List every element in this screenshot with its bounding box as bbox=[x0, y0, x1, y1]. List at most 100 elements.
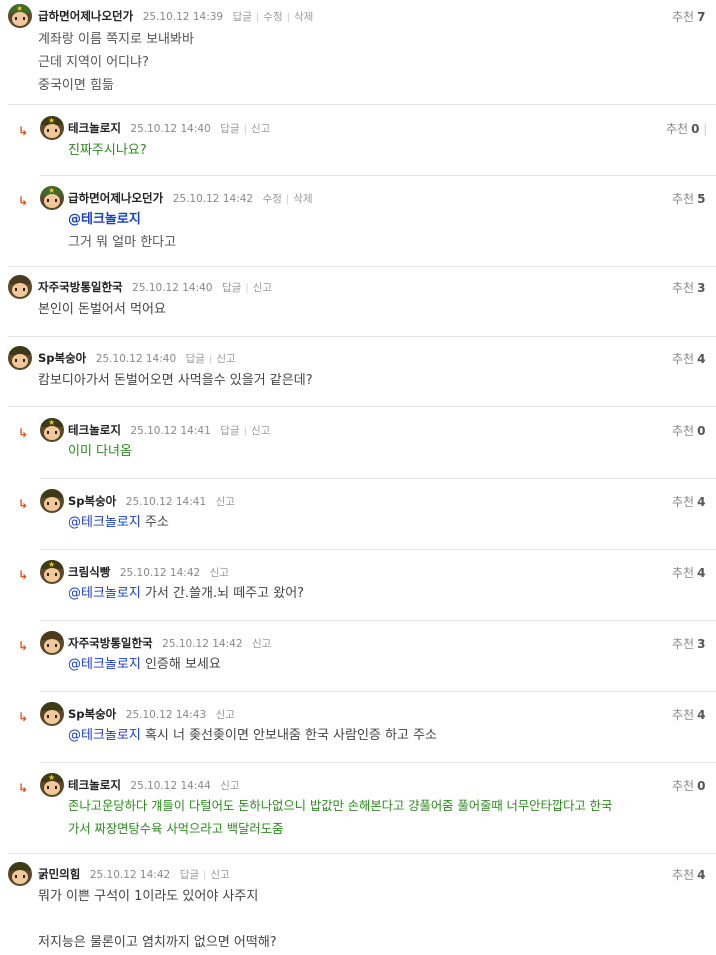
nickname[interactable]: 자주국방통일한국 bbox=[68, 636, 153, 650]
avatar[interactable] bbox=[40, 631, 64, 655]
comment-date: 25.10.12 14:40 bbox=[95, 353, 177, 365]
comment-body: @테크놀로지 그거 뭐 얼마 한다고 bbox=[68, 208, 176, 254]
divider bbox=[8, 853, 716, 854]
comment-date: 25.10.12 14:41 bbox=[130, 425, 211, 437]
recommend-count[interactable]: 추천 4 bbox=[672, 350, 705, 367]
edit-button[interactable]: 수정 bbox=[263, 11, 282, 23]
reply-arrow-icon: ↳ bbox=[18, 568, 29, 582]
report-button[interactable]: 신고 bbox=[210, 567, 229, 579]
comment-body: 이미 다녀옴 bbox=[68, 444, 132, 459]
delete-button[interactable]: 삭제 bbox=[294, 11, 313, 23]
reply-button[interactable]: 답글 bbox=[220, 425, 239, 437]
comment-body: @테크놀로지 혹시 너 좆선좆이면 안보내줌 한국 사람인증 하고 주소 bbox=[68, 728, 437, 743]
reply-button[interactable]: 답글 bbox=[233, 11, 252, 23]
divider bbox=[40, 691, 716, 692]
comment-body: @테크놀로지 가서 간.쓸개.뇌 떼주고 왔어? bbox=[68, 586, 305, 601]
recommend-count[interactable]: 추천 3 bbox=[672, 635, 705, 652]
nickname[interactable]: 크림식빵 bbox=[68, 565, 110, 579]
avatar[interactable] bbox=[8, 862, 32, 886]
reply-arrow-icon: ↳ bbox=[18, 194, 29, 208]
comment-date: 25.10.12 14:42 bbox=[89, 869, 171, 881]
avatar[interactable]: ★ bbox=[40, 418, 64, 442]
recommend-count[interactable]: 추천 3 bbox=[672, 279, 705, 296]
comment-body: 뭐가 이쁜 구석이 1이라도 있어야 사주지 저지능은 물론이고 염치까지 없으면… bbox=[38, 889, 277, 950]
recommend-count[interactable]: 추천 4 bbox=[672, 706, 705, 723]
avatar[interactable]: ★ bbox=[40, 116, 64, 140]
avatar[interactable]: ★ bbox=[40, 773, 64, 797]
report-button[interactable]: 신고 bbox=[251, 425, 270, 437]
reply-arrow-icon: ↳ bbox=[18, 639, 29, 653]
recommend-count[interactable]: 추천 4 bbox=[672, 493, 705, 510]
comment-body: 계좌랑 이름 쪽지로 보내봐바 근데 지역이 어디냐? 중국이면 힘듦 bbox=[38, 32, 194, 93]
reply-arrow-icon: ↳ bbox=[18, 426, 29, 440]
divider bbox=[40, 175, 716, 176]
recommend-count[interactable]: 추천 0 bbox=[672, 422, 705, 439]
comment-date: 25.10.12 14:39 bbox=[142, 11, 224, 23]
nickname[interactable]: Sp복숭아 bbox=[68, 494, 116, 508]
divider bbox=[40, 478, 716, 479]
divider bbox=[40, 762, 716, 763]
recommend-count[interactable]: 추천 0 | bbox=[666, 120, 707, 137]
avatar[interactable] bbox=[40, 489, 64, 513]
comment-date: 25.10.12 14:42 bbox=[172, 193, 254, 205]
reply-button[interactable]: 답글 bbox=[186, 353, 205, 365]
report-button[interactable]: 신고 bbox=[220, 780, 239, 792]
divider bbox=[8, 266, 716, 267]
nickname[interactable]: 급하면어제나오던가 bbox=[68, 191, 163, 205]
mention-link[interactable]: @테크놀로지 bbox=[68, 728, 141, 743]
divider bbox=[8, 406, 716, 407]
report-button[interactable]: 신고 bbox=[210, 869, 229, 881]
reply-arrow-icon: ↳ bbox=[18, 124, 29, 138]
delete-button[interactable]: 삭제 bbox=[293, 193, 312, 205]
mention-link[interactable]: @테크놀로지 bbox=[68, 586, 141, 601]
edit-button[interactable]: 수정 bbox=[263, 193, 282, 205]
recommend-count[interactable]: 추천 7 bbox=[672, 8, 705, 25]
divider bbox=[40, 549, 716, 550]
report-button[interactable]: 신고 bbox=[216, 496, 235, 508]
comment-body: 캄보디아가서 돈벌어오면 사먹을수 있을거 같은데? bbox=[38, 373, 313, 388]
mention-link[interactable]: @테크놀로지 bbox=[68, 515, 141, 530]
recommend-count[interactable]: 추천 4 bbox=[672, 564, 705, 581]
comment-date: 25.10.12 14:44 bbox=[130, 780, 211, 792]
nickname[interactable]: Sp복숭아 bbox=[68, 707, 116, 721]
reply-arrow-icon: ↳ bbox=[18, 497, 29, 511]
mention-link[interactable]: @테크놀로지 bbox=[68, 657, 141, 672]
report-button[interactable]: 신고 bbox=[252, 638, 271, 650]
comment-date: 25.10.12 14:40 bbox=[130, 123, 211, 135]
reply-button[interactable]: 답글 bbox=[180, 869, 199, 881]
nickname[interactable]: 테크놀로지 bbox=[68, 778, 121, 792]
nickname[interactable]: 테크놀로지 bbox=[68, 121, 121, 135]
comment-date: 25.10.12 14:42 bbox=[119, 567, 201, 579]
comment-date: 25.10.12 14:42 bbox=[162, 638, 243, 650]
nickname[interactable]: 자주국방통일한국 bbox=[38, 280, 123, 294]
report-button[interactable]: 신고 bbox=[216, 709, 235, 721]
nickname[interactable]: 급하면어제나오던가 bbox=[38, 9, 133, 23]
comment-body: @테크놀로지 주소 bbox=[68, 515, 169, 530]
avatar[interactable] bbox=[8, 275, 32, 299]
comment-date: 25.10.12 14:41 bbox=[125, 496, 207, 508]
mention-link[interactable]: @테크놀로지 bbox=[68, 208, 176, 231]
avatar[interactable] bbox=[8, 346, 32, 370]
reply-arrow-icon: ↳ bbox=[18, 781, 29, 795]
nickname[interactable]: 굵민의힘 bbox=[38, 867, 80, 881]
comment-date: 25.10.12 14:43 bbox=[125, 709, 207, 721]
nickname[interactable]: 테크놀로지 bbox=[68, 423, 121, 437]
comment-body: 존나고운당하다 걔들이 다털어도 돈하나없으니 밥값만 손해본다고 걍풀어줌 풀… bbox=[68, 799, 613, 836]
report-button[interactable]: 신고 bbox=[251, 123, 270, 135]
avatar[interactable]: ★ bbox=[40, 186, 64, 210]
recommend-count[interactable]: 추천 4 bbox=[672, 866, 705, 883]
avatar[interactable] bbox=[40, 702, 64, 726]
recommend-count[interactable]: 추천 5 bbox=[672, 190, 705, 207]
comment-date: 25.10.12 14:40 bbox=[132, 282, 213, 294]
avatar[interactable]: ★ bbox=[8, 4, 32, 28]
avatar[interactable]: ★ bbox=[40, 560, 64, 584]
report-button[interactable]: 신고 bbox=[253, 282, 272, 294]
nickname[interactable]: Sp복숭아 bbox=[38, 351, 86, 365]
comment-body: 진짜주시나요? bbox=[68, 143, 147, 158]
recommend-count[interactable]: 추천 0 bbox=[672, 777, 705, 794]
report-button[interactable]: 신고 bbox=[216, 353, 235, 365]
divider bbox=[40, 620, 716, 621]
divider bbox=[8, 104, 716, 105]
reply-button[interactable]: 답글 bbox=[220, 123, 239, 135]
reply-button[interactable]: 답글 bbox=[222, 282, 241, 294]
